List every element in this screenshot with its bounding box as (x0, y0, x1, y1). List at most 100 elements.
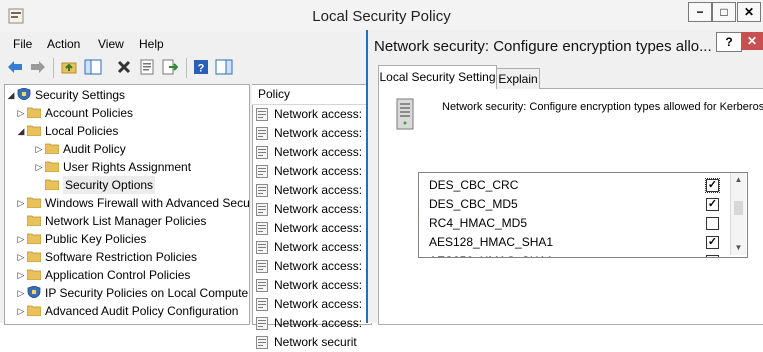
menu-action[interactable]: Action (47, 37, 80, 51)
policy-row[interactable]: Network access: (256, 314, 368, 333)
encryption-type-checkbox[interactable]: ✓ (706, 236, 719, 249)
list-scrollbar[interactable]: ▲ ▼ (730, 173, 746, 255)
tree-item[interactable]: ▷ Account Policies (16, 104, 248, 122)
expand-arrow-icon[interactable]: ▷ (16, 266, 26, 284)
expand-arrow-icon[interactable]: ▷ (16, 284, 26, 302)
policy-row[interactable]: Network access: (256, 219, 368, 238)
show-action-pane-icon[interactable] (215, 58, 233, 76)
policy-name: Network access: (274, 221, 363, 235)
dialog-close-button[interactable]: ✕ (741, 32, 763, 50)
folder-icon (27, 125, 41, 136)
encryption-type-checkbox[interactable]: ✓ (705, 178, 720, 193)
show-hide-tree-icon[interactable] (84, 58, 102, 76)
tree-item[interactable]: ▷ Windows Firewall with Advanced Secu (16, 194, 250, 212)
encryption-type-checkbox[interactable] (706, 217, 719, 230)
menu-view[interactable]: View (98, 37, 124, 51)
close-button[interactable]: ✕ (737, 2, 761, 22)
policy-row[interactable]: Network access: (256, 105, 368, 124)
help-icon[interactable]: ? (192, 58, 210, 76)
encryption-types-list[interactable]: DES_CBC_CRC ✓ DES_CBC_MD5 ✓ RC4_HMAC_MD5 AES1… (418, 172, 748, 258)
tab-local-security-setting[interactable]: Local Security Setting (378, 65, 497, 89)
shield-icon (27, 286, 41, 298)
tree-item-label: Public Key Policies (45, 232, 147, 246)
expand-arrow-icon[interactable]: ▷ (16, 230, 26, 248)
encryption-type-row[interactable]: RC4_HMAC_MD5 (419, 214, 731, 233)
expand-arrow-icon[interactable]: ▷ (16, 302, 26, 320)
tree-item[interactable]: ▷ Application Control Policies (16, 266, 248, 284)
menu-help[interactable]: Help (139, 37, 164, 51)
folder-icon (27, 215, 41, 226)
policy-name: Network access: (274, 259, 363, 273)
encryption-type-row[interactable]: DES_CBC_MD5 ✓ (419, 195, 731, 214)
policy-document-icon (256, 203, 268, 216)
policy-row[interactable]: Network access: (256, 276, 368, 295)
policy-document-icon (256, 184, 268, 197)
policy-row[interactable]: Network access: (256, 238, 368, 257)
expand-arrow-icon[interactable]: ▷ (16, 248, 26, 266)
policy-row[interactable]: Network access: (256, 257, 368, 276)
encryption-type-checkbox[interactable]: ✓ (706, 198, 719, 211)
tab-explain[interactable]: Explain (496, 68, 540, 89)
encryption-type-row[interactable]: AES256_HMAC_SHA1 ✓ (419, 252, 731, 257)
delete-icon[interactable] (115, 58, 133, 76)
encryption-type-checkbox[interactable]: ✓ (706, 255, 719, 257)
policy-document-icon (256, 298, 268, 311)
toolbar-separator (186, 58, 187, 78)
tree-item-label: Software Restriction Policies (45, 250, 198, 264)
dialog-title: Network security: Configure encryption t… (374, 38, 712, 55)
policy-name: Network access: (274, 126, 363, 140)
expand-arrow-icon[interactable]: ▷ (34, 158, 44, 176)
policy-name: Network access: (274, 240, 363, 254)
tree-item[interactable]: ▷ Public Key Policies (16, 230, 248, 248)
encryption-type-label: RC4_HMAC_MD5 (429, 216, 528, 230)
folder-icon (45, 143, 59, 154)
minimize-button[interactable]: − (688, 2, 712, 22)
menu-file[interactable]: File (13, 37, 32, 51)
policy-row[interactable]: Network access: (256, 162, 368, 181)
folder-icon (45, 161, 59, 172)
policy-column-header[interactable]: Policy (252, 85, 366, 105)
expand-arrow-icon[interactable]: ▷ (16, 104, 26, 122)
policy-document-icon (256, 317, 268, 330)
encryption-type-row[interactable]: AES128_HMAC_SHA1 ✓ (419, 233, 731, 252)
forward-arrow-icon[interactable] (29, 58, 47, 76)
folder-icon (27, 107, 41, 118)
policy-row[interactable]: Network access: (256, 181, 368, 200)
properties-icon[interactable] (138, 58, 156, 76)
policy-row[interactable]: Network access: (256, 295, 368, 314)
dialog-help-button[interactable]: ? (716, 32, 742, 52)
expand-open-arrow-icon[interactable]: ◢ (16, 122, 26, 140)
export-list-icon[interactable] (161, 58, 179, 76)
expand-arrow-icon[interactable]: ▷ (16, 194, 26, 212)
server-icon (396, 98, 414, 130)
svg-text:?: ? (198, 63, 205, 75)
tree-item-label: Local Policies (45, 124, 119, 138)
tree-item[interactable]: Network List Manager Policies (16, 212, 248, 230)
tree-item[interactable]: ▷ Software Restriction Policies (16, 248, 248, 266)
policy-row[interactable]: Network access: (256, 124, 368, 143)
tree-item[interactable]: ▷ Audit Policy (34, 140, 248, 158)
tree-item-label: Audit Policy (63, 142, 126, 156)
tree-item[interactable]: ▷ Advanced Audit Policy Configuration (16, 302, 248, 320)
tree-item[interactable]: ◢ Local Policies (16, 122, 248, 140)
tree-item[interactable]: Security Options (34, 176, 248, 194)
tree-item[interactable]: ▷ User Rights Assignment (34, 158, 248, 176)
scroll-down-arrow-icon[interactable]: ▼ (731, 241, 746, 255)
up-folder-icon[interactable] (60, 58, 78, 76)
tree-item-label: Windows Firewall with Advanced Secu (45, 196, 250, 210)
policy-document-icon (256, 279, 268, 292)
scroll-thumb[interactable] (734, 201, 743, 215)
scroll-up-arrow-icon[interactable]: ▲ (731, 173, 746, 187)
policy-row[interactable]: Network access: (256, 143, 368, 162)
policy-name: Network access: (274, 297, 363, 311)
shield-icon (17, 88, 31, 100)
tree-item[interactable]: ▷ IP Security Policies on Local Compute (16, 284, 248, 302)
expand-arrow-icon[interactable]: ▷ (34, 140, 44, 158)
expand-open-arrow-icon[interactable]: ◢ (6, 86, 16, 104)
maximize-button[interactable]: □ (712, 2, 736, 22)
encryption-type-row[interactable]: DES_CBC_CRC ✓ (419, 176, 731, 195)
policy-row[interactable]: Network securit (256, 333, 368, 352)
tree-item[interactable]: ◢ Security Settings (6, 86, 248, 104)
back-arrow-icon[interactable] (6, 58, 24, 76)
policy-row[interactable]: Network access: (256, 200, 368, 219)
